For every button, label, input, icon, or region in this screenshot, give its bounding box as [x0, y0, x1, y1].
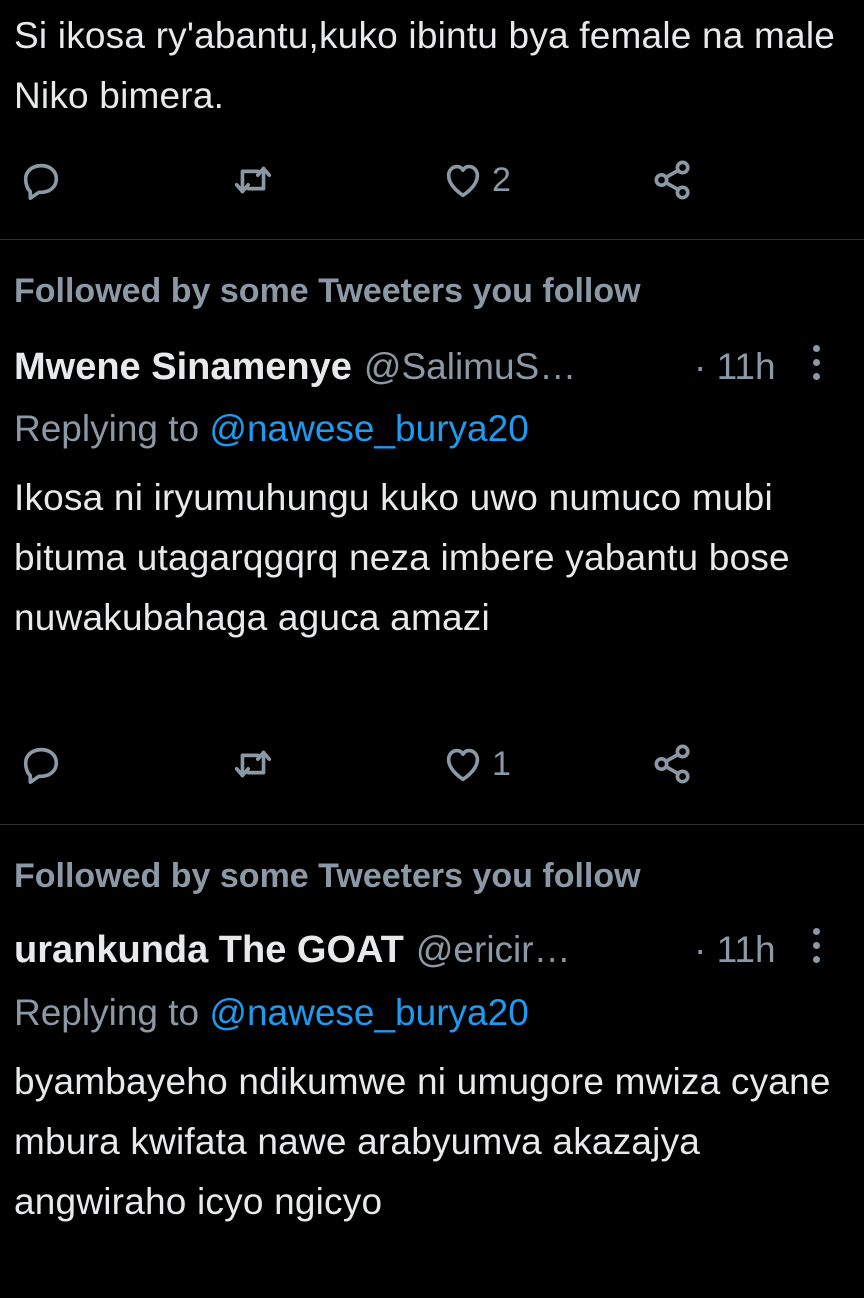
reply-icon: [23, 163, 59, 201]
share-icon: [654, 744, 690, 784]
replying-to: Replying to @nawese_burya20: [14, 992, 529, 1034]
share-icon: [654, 160, 690, 200]
divider: [0, 824, 864, 825]
tweet-header: Mwene Sinamenye @SalimuS… · 11h: [14, 339, 864, 395]
reply-icon: [23, 747, 59, 785]
share-button[interactable]: [650, 734, 696, 794]
replying-label: Replying to: [14, 408, 200, 449]
share-button[interactable]: [650, 150, 696, 210]
replying-to: Replying to @nawese_burya20: [14, 408, 529, 450]
retweet-icon: [234, 750, 272, 778]
tweet-actions: 2: [0, 150, 864, 210]
reply-button[interactable]: [18, 150, 64, 210]
display-name[interactable]: urankunda The GOAT: [14, 929, 404, 972]
retweet-button[interactable]: [228, 150, 278, 210]
social-context: Followed by some Tweeters you follow: [14, 272, 641, 310]
social-context: Followed by some Tweeters you follow: [14, 857, 641, 895]
replying-label: Replying to: [14, 992, 200, 1033]
user-handle[interactable]: @ericir…: [416, 929, 571, 971]
tweet-text: Si ikosa ry'abantu,kuko ibintu bya femal…: [14, 15, 836, 116]
retweet-icon: [234, 166, 272, 194]
tweet-text: byambayeho ndikumwe ni umugore mwiza cya…: [14, 1061, 831, 1222]
mention-link[interactable]: @nawese_burya20: [209, 992, 528, 1033]
retweet-button[interactable]: [228, 734, 278, 794]
tweet-header: urankunda The GOAT @ericir… · 11h: [14, 922, 864, 978]
more-icon[interactable]: [806, 928, 826, 972]
timestamp[interactable]: · 11h: [694, 346, 776, 388]
reply-button[interactable]: [18, 734, 64, 794]
timeline-feed: Si ikosa ry'abantu,kuko ibintu bya femal…: [0, 0, 864, 1298]
like-count: 1: [492, 744, 511, 783]
divider: [0, 239, 864, 240]
like-button[interactable]: 1: [440, 734, 511, 794]
tweet-text: Ikosa ni iryumuhungu kuko uwo numuco mub…: [14, 477, 790, 638]
mention-link[interactable]: @nawese_burya20: [209, 408, 528, 449]
like-count: 2: [492, 160, 511, 199]
timestamp[interactable]: · 11h: [694, 929, 776, 971]
more-icon[interactable]: [806, 345, 826, 389]
like-button[interactable]: 2: [440, 150, 511, 210]
display-name[interactable]: Mwene Sinamenye: [14, 346, 352, 389]
like-icon: [446, 164, 480, 198]
user-handle[interactable]: @SalimuS…: [364, 346, 576, 388]
like-icon: [446, 748, 480, 782]
tweet-actions: 1: [0, 734, 864, 794]
